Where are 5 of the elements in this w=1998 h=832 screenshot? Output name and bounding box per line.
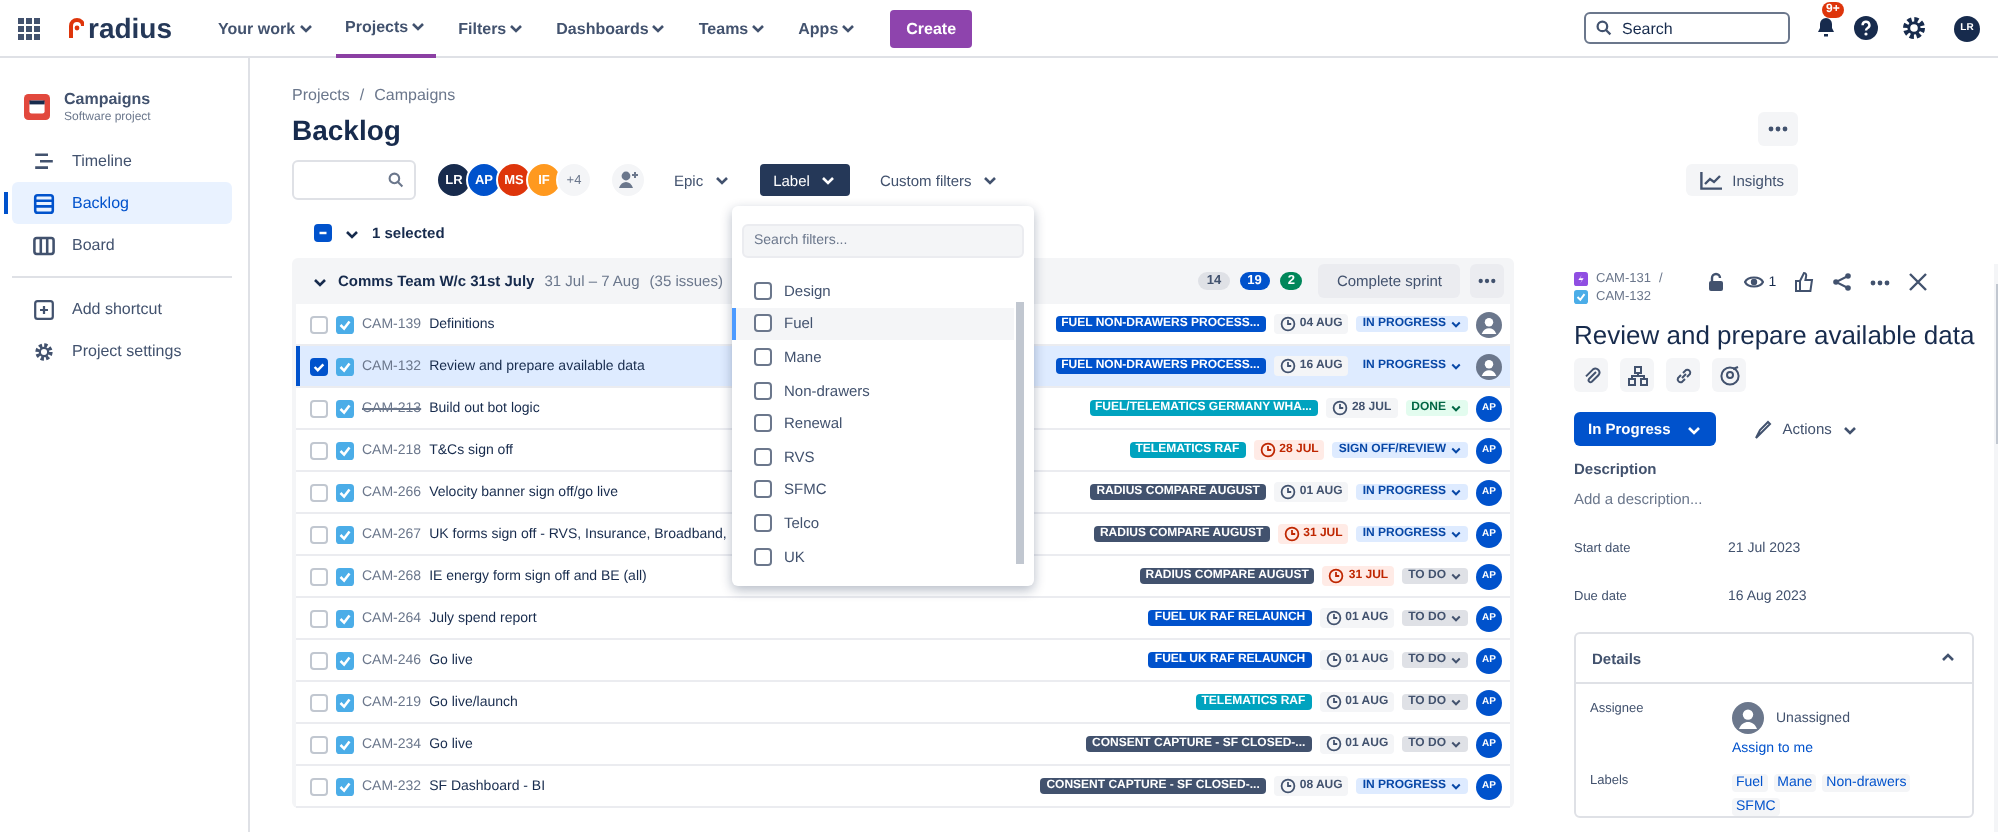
breadcrumb-separator: / — [359, 86, 365, 104]
page-title: Backlog — [292, 113, 401, 145]
issue-title: Review and prepare available data — [1574, 320, 1975, 350]
product-name: radius — [88, 12, 173, 44]
project-name: Campaigns — [64, 90, 151, 108]
